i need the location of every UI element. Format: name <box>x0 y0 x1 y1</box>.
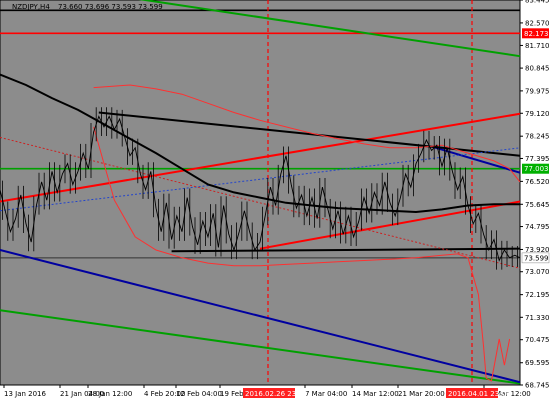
x-tick-label: 28 Jan 12:00 <box>88 390 132 398</box>
y-tick-label: 74.795 <box>525 223 550 231</box>
price-label-text: 73.599 <box>524 254 549 262</box>
x-tick-label: 14 Mar 12:00 <box>352 390 399 398</box>
y-axis: 83.445 82.570 81.710 80.845 79.975 79.120 78.2… <box>520 0 550 390</box>
y-tick-label: 83.445 <box>525 0 550 5</box>
y-tick-label: 70.475 <box>525 336 550 344</box>
y-tick-label: 71.330 <box>525 314 550 322</box>
y-tick-label: 78.245 <box>525 133 550 141</box>
x-tick-label: 21 Mar 20:00 <box>398 390 445 398</box>
x-tick-label: 13 Jan 2016 <box>4 390 47 398</box>
price-label-text: 82.173 <box>524 30 549 38</box>
y-tick-label: 79.975 <box>525 87 550 95</box>
chart-canvas[interactable]: NZDJPY,H4 73.660 73.696 73.593 73.599 83… <box>0 0 550 413</box>
x-axis: 13 Jan 2016 21 Jan 04:0028 Jan 12:00 4 Feb… <box>3 385 531 398</box>
price-chart[interactable]: NZDJPY,H4 73.660 73.696 73.593 73.599 83… <box>0 0 550 413</box>
y-tick-label: 69.595 <box>525 359 550 367</box>
y-tick-label: 80.845 <box>525 65 550 73</box>
x-tick-label: 7 Mar 04:00 <box>305 390 347 398</box>
price-label-text: 77.003 <box>524 165 549 173</box>
x-tick-label: 12 Feb 04:00 <box>176 390 222 398</box>
y-tick-label: 75.645 <box>525 201 550 209</box>
y-tick-label: 68.745 <box>525 382 550 390</box>
y-tick-label: 82.570 <box>525 19 550 27</box>
y-tick-label: 76.520 <box>525 178 550 186</box>
y-tick-label: 77.395 <box>525 155 550 163</box>
x-highlight-label: 2016.02.26 23:00 <box>245 390 307 398</box>
y-tick-label: 73.070 <box>525 268 550 276</box>
y-tick-label: 72.195 <box>525 291 550 299</box>
x-highlight-label: 2016.04.01 23:00 <box>448 390 510 398</box>
plot-area <box>0 0 521 386</box>
y-tick-label: 79.120 <box>525 110 550 118</box>
y-tick-label: 81.710 <box>525 42 550 50</box>
